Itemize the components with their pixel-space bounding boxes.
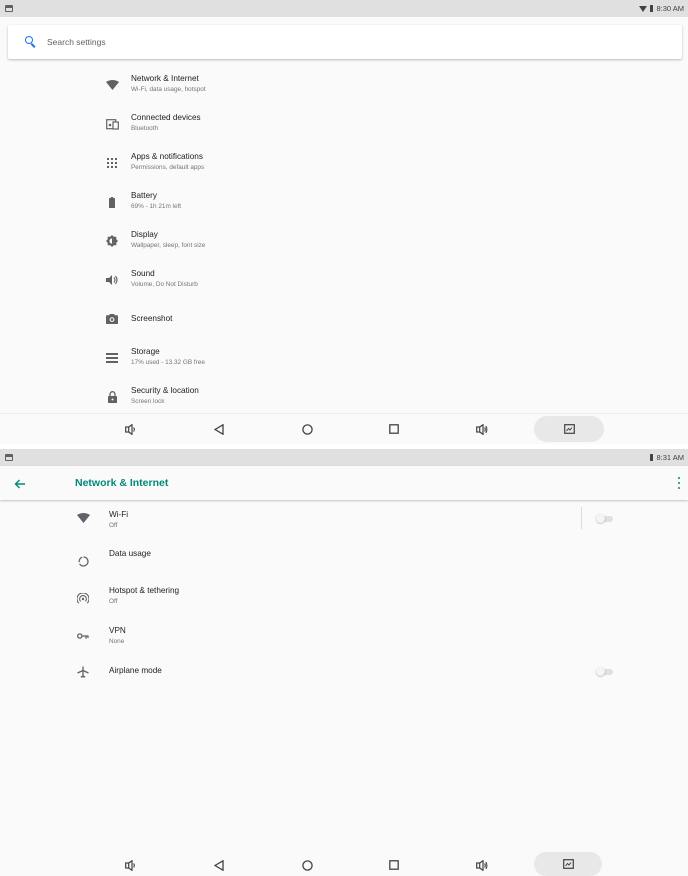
settings-item-display[interactable]: Display Wallpaper, sleep, font size — [0, 224, 688, 260]
settings-item-storage[interactable]: Storage 17% used - 13.32 GB free — [0, 341, 688, 377]
lock-icon — [104, 389, 120, 405]
status-time: 8:31 AM — [656, 453, 684, 462]
navigation-bar — [0, 413, 688, 443]
data-usage-icon — [76, 554, 90, 568]
battery-status-icon — [650, 5, 654, 12]
volume-down-icon[interactable] — [122, 857, 138, 873]
search-settings-bar[interactable]: Search settings — [8, 25, 682, 59]
settings-item-security-location[interactable]: Security & location Screen lock — [0, 380, 688, 416]
battery-icon — [104, 194, 120, 210]
status-bar: 8:30 AM — [0, 0, 688, 17]
home-icon[interactable] — [299, 857, 315, 873]
search-icon — [25, 36, 37, 48]
item-title: Display — [131, 230, 158, 239]
wifi-toggle[interactable] — [596, 514, 614, 523]
item-subtitle: Permissions, default apps — [131, 164, 205, 171]
storage-icon — [104, 350, 120, 366]
settings-item-network-internet[interactable]: Network & Internet Wi-Fi, data usage, ho… — [0, 68, 688, 104]
item-subtitle: 17% used - 13.32 GB free — [131, 359, 205, 366]
wifi-icon — [76, 511, 90, 525]
network-item-vpn[interactable]: VPN None — [0, 620, 688, 656]
item-title: Security & location — [131, 386, 199, 395]
screenshot-camera-icon — [104, 311, 120, 327]
apps-icon — [104, 155, 120, 171]
hotspot-icon — [76, 592, 90, 606]
app-bar: Network & Internet — [0, 466, 688, 500]
item-subtitle: Bluetooth — [131, 125, 159, 132]
item-subtitle: Volume, Do Not Disturb — [131, 281, 198, 288]
back-icon[interactable] — [211, 421, 227, 437]
item-title: Data usage — [109, 549, 151, 558]
vpn-key-icon — [76, 629, 90, 643]
screenshot-icon[interactable] — [534, 416, 604, 442]
item-title: Sound — [131, 269, 155, 278]
item-subtitle: Screen lock — [131, 398, 165, 405]
settings-item-screenshot[interactable]: Screenshot — [0, 302, 688, 338]
item-title: Network & Internet — [131, 74, 199, 83]
notification-icon — [5, 5, 13, 12]
status-time: 8:30 AM — [656, 4, 684, 13]
item-subtitle: Wi-Fi, data usage, hotspot — [131, 86, 206, 93]
network-item-hotspot-tethering[interactable]: Hotspot & tethering Off — [0, 580, 688, 616]
page-title: Network & Internet — [75, 477, 169, 489]
recents-icon[interactable] — [386, 857, 402, 873]
navigation-bar — [0, 852, 688, 876]
airplane-icon — [76, 665, 90, 679]
back-icon[interactable] — [211, 857, 227, 873]
item-subtitle: None — [109, 638, 125, 645]
screenshot-icon[interactable] — [534, 852, 602, 876]
wifi-status-icon — [639, 5, 648, 12]
item-subtitle: 69% - 1h 21m left — [131, 203, 182, 210]
settings-item-apps-notifications[interactable]: Apps & notifications Permissions, defaul… — [0, 146, 688, 182]
airplane-mode-toggle[interactable] — [596, 667, 614, 676]
settings-home-screen: 8:30 AM Search settings Network & Intern… — [0, 0, 688, 444]
item-title: Wi-Fi — [109, 510, 129, 519]
item-subtitle: Off — [109, 598, 118, 605]
back-arrow-icon[interactable] — [14, 477, 26, 489]
wifi-icon — [104, 77, 120, 93]
network-item-wifi[interactable]: Wi-Fi Off — [0, 502, 688, 538]
item-subtitle: Off — [109, 522, 118, 529]
item-title: Battery — [131, 191, 157, 200]
network-internet-screen: 8:31 AM Network & Internet Wi-Fi Off Dat… — [0, 449, 688, 876]
network-item-airplane-mode[interactable]: Airplane mode — [0, 657, 688, 693]
item-title: VPN — [109, 626, 126, 635]
status-bar: 8:31 AM — [0, 449, 688, 466]
home-icon[interactable] — [299, 421, 315, 437]
battery-status-icon — [650, 454, 654, 461]
more-options-icon[interactable] — [676, 476, 682, 490]
item-subtitle: Wallpaper, sleep, font size — [131, 242, 206, 249]
item-title: Connected devices — [131, 113, 201, 122]
divider — [581, 507, 582, 529]
volume-up-icon[interactable] — [474, 857, 490, 873]
sound-icon — [104, 272, 120, 288]
settings-item-battery[interactable]: Battery 69% - 1h 21m left — [0, 185, 688, 221]
item-title: Screenshot — [131, 314, 173, 323]
item-title: Airplane mode — [109, 666, 162, 675]
item-title: Hotspot & tethering — [109, 586, 180, 595]
search-placeholder: Search settings — [47, 37, 106, 47]
notification-icon — [5, 454, 13, 461]
recents-icon[interactable] — [386, 421, 402, 437]
volume-up-icon[interactable] — [474, 421, 490, 437]
item-title: Storage — [131, 347, 160, 356]
volume-down-icon[interactable] — [122, 421, 138, 437]
settings-item-sound[interactable]: Sound Volume, Do Not Disturb — [0, 263, 688, 299]
display-brightness-icon — [104, 233, 120, 249]
settings-item-connected-devices[interactable]: Connected devices Bluetooth — [0, 107, 688, 143]
network-item-data-usage[interactable]: Data usage — [0, 541, 688, 577]
connected-devices-icon — [104, 116, 120, 132]
item-title: Apps & notifications — [131, 152, 203, 161]
